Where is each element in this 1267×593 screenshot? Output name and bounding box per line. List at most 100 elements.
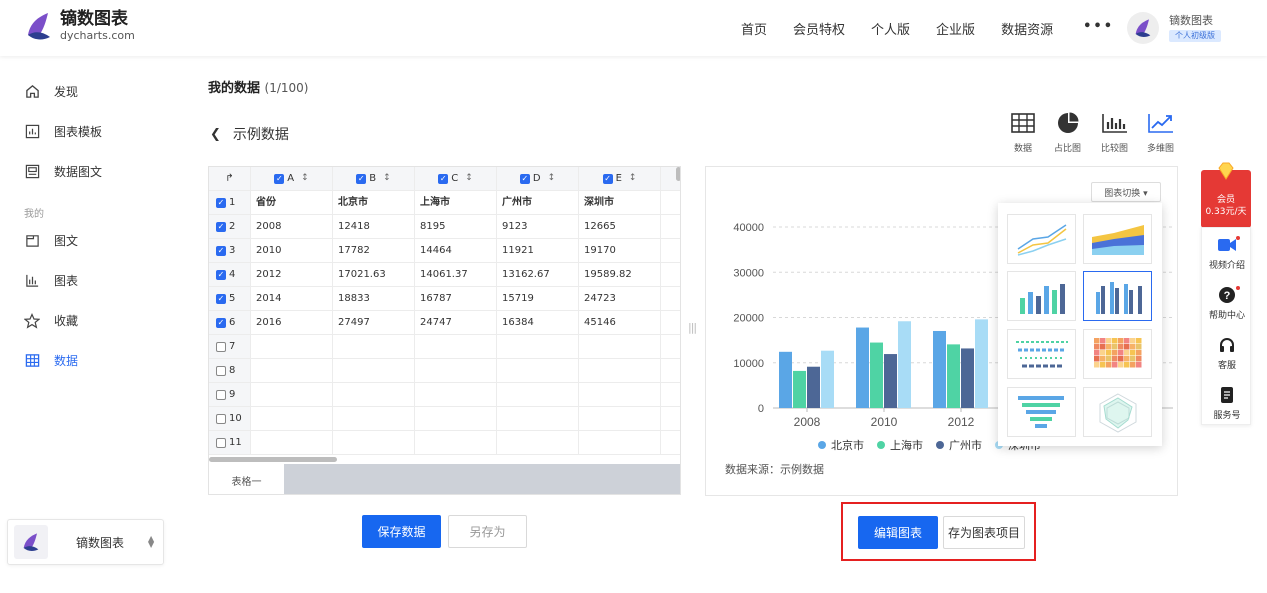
table-cell[interactable] xyxy=(333,383,415,407)
nav-home[interactable]: 首页 xyxy=(741,19,767,38)
legend-item[interactable]: 广州市 xyxy=(936,437,982,453)
table-cell[interactable] xyxy=(415,335,497,359)
checkbox-icon[interactable] xyxy=(216,341,226,352)
table-cell[interactable] xyxy=(579,383,661,407)
table-cell[interactable]: 11921 xyxy=(497,239,579,263)
checkbox-checked-icon[interactable]: ✓ xyxy=(216,245,226,256)
table-cell[interactable]: 17021.63 xyxy=(333,263,415,287)
customer-service-button[interactable]: 客服 xyxy=(1202,336,1252,371)
table-cell[interactable] xyxy=(661,287,680,311)
row-header[interactable]: 7 xyxy=(209,335,251,359)
view-pie[interactable]: 占比图 xyxy=(1054,111,1081,154)
row-header[interactable]: ✓ 1 xyxy=(209,191,251,215)
back-button[interactable]: ❮ 示例数据 xyxy=(210,124,289,144)
checkbox-checked-icon[interactable]: ✓ xyxy=(216,221,226,232)
table-cell[interactable]: 12418 xyxy=(333,215,415,239)
save-as-button[interactable]: 另存为 xyxy=(448,515,527,548)
table-cell[interactable]: 18833 xyxy=(333,287,415,311)
checkbox-checked-icon[interactable]: ✓ xyxy=(602,173,613,184)
sort-icon[interactable]: ↕ xyxy=(548,167,556,190)
table-cell[interactable] xyxy=(661,407,680,431)
row-header[interactable]: ✓ 5 xyxy=(209,287,251,311)
table-cell[interactable] xyxy=(497,431,579,455)
table-cell[interactable] xyxy=(415,407,497,431)
checkbox-checked-icon[interactable]: ✓ xyxy=(356,173,367,184)
avatar[interactable] xyxy=(1127,12,1159,44)
checkbox-icon[interactable] xyxy=(216,389,226,400)
chart-type-beeswarm[interactable] xyxy=(1007,329,1076,379)
table-cell[interactable]: 2008 xyxy=(251,215,333,239)
table-cell[interactable]: 14464 xyxy=(415,239,497,263)
chart-type-line[interactable] xyxy=(1007,214,1076,264)
nav-data-resources[interactable]: 数据资源 xyxy=(1001,19,1053,38)
chart-type-heatmap[interactable] xyxy=(1083,329,1152,379)
sidebar-item-chart-templates[interactable]: 图表模板 xyxy=(24,123,102,140)
column-header[interactable]: ✓ A ↕ xyxy=(251,167,333,191)
table-cell[interactable]: 深圳市 xyxy=(579,191,661,215)
table-cell[interactable] xyxy=(415,383,497,407)
table-cell[interactable]: 14061.37 xyxy=(415,263,497,287)
checkbox-checked-icon[interactable]: ✓ xyxy=(519,173,530,184)
view-compare[interactable]: 比较图 xyxy=(1101,111,1128,154)
chart-type-radar[interactable] xyxy=(1083,387,1152,437)
vertical-scrollbar[interactable] xyxy=(676,167,680,181)
video-intro-button[interactable]: 视频介绍 xyxy=(1202,236,1252,271)
table-cell[interactable] xyxy=(251,407,333,431)
table-cell[interactable]: 24723 xyxy=(579,287,661,311)
help-center-button[interactable]: ? 帮助中心 xyxy=(1202,286,1252,321)
table-cell[interactable] xyxy=(661,359,680,383)
table-cell[interactable]: 13162.67 xyxy=(497,263,579,287)
table-cell[interactable]: 45146 xyxy=(579,311,661,335)
table-cell[interactable]: 8195 xyxy=(415,215,497,239)
column-header[interactable]: ✓ B ↕ xyxy=(333,167,415,191)
legend-item[interactable]: 上海市 xyxy=(877,437,923,453)
checkbox-checked-icon[interactable]: ✓ xyxy=(216,269,226,280)
table-cell[interactable] xyxy=(333,431,415,455)
row-header[interactable]: 10 xyxy=(209,407,251,431)
view-multi[interactable]: 多维图 xyxy=(1147,111,1174,154)
table-cell[interactable] xyxy=(579,359,661,383)
table-cell[interactable] xyxy=(415,359,497,383)
row-header[interactable]: ✓ 4 xyxy=(209,263,251,287)
checkbox-icon[interactable] xyxy=(216,365,226,376)
table-cell[interactable] xyxy=(661,215,680,239)
table-cell[interactable]: 24747 xyxy=(415,311,497,335)
checkbox-checked-icon[interactable]: ✓ xyxy=(216,197,226,208)
table-cell[interactable]: 2016 xyxy=(251,311,333,335)
more-icon[interactable]: ••• xyxy=(1083,19,1114,38)
logo[interactable]: 镝数图表 dycharts.com xyxy=(26,11,135,41)
service-account-button[interactable]: 服务号 xyxy=(1202,386,1252,421)
table-cell[interactable] xyxy=(579,407,661,431)
table-cell[interactable]: 16384 xyxy=(497,311,579,335)
sidebar-item-charts[interactable]: 图表 xyxy=(24,272,78,289)
column-header[interactable]: ✓ D ↕ xyxy=(497,167,579,191)
sort-icon[interactable]: ↕ xyxy=(383,167,391,190)
team-switcher[interactable]: 镝数图表 ▲ ▼ xyxy=(7,519,164,565)
panel-resize-handle[interactable]: ||| xyxy=(688,321,697,334)
row-header[interactable]: ✓ 6 xyxy=(209,311,251,335)
row-header[interactable]: ✓ 2 xyxy=(209,215,251,239)
table-cell[interactable]: 9123 xyxy=(497,215,579,239)
sort-icon[interactable]: ↕ xyxy=(301,167,309,190)
sort-icon[interactable]: ↕ xyxy=(629,167,637,190)
table-cell[interactable] xyxy=(251,431,333,455)
user-menu[interactable]: 镝数图表 个人初级版 xyxy=(1127,12,1221,44)
table-cell[interactable]: 北京市 xyxy=(333,191,415,215)
table-cell[interactable] xyxy=(251,335,333,359)
legend-item[interactable]: 北京市 xyxy=(818,437,864,453)
table-cell[interactable]: 2014 xyxy=(251,287,333,311)
table-cell[interactable]: 省份 xyxy=(251,191,333,215)
save-data-button[interactable]: 保存数据 xyxy=(362,515,441,548)
table-cell[interactable] xyxy=(415,431,497,455)
checkbox-checked-icon[interactable]: ✓ xyxy=(438,173,449,184)
column-header[interactable]: ✓ E ↕ xyxy=(579,167,661,191)
table-cell[interactable] xyxy=(333,335,415,359)
table-cell[interactable] xyxy=(661,311,680,335)
table-cell[interactable] xyxy=(579,431,661,455)
nav-member[interactable]: 会员特权 xyxy=(793,19,845,38)
table-cell[interactable] xyxy=(661,335,680,359)
table-cell[interactable]: 2012 xyxy=(251,263,333,287)
table-cell[interactable] xyxy=(661,383,680,407)
sidebar-item-discover[interactable]: 发现 xyxy=(24,83,78,100)
nav-enterprise[interactable]: 企业版 xyxy=(936,19,975,38)
